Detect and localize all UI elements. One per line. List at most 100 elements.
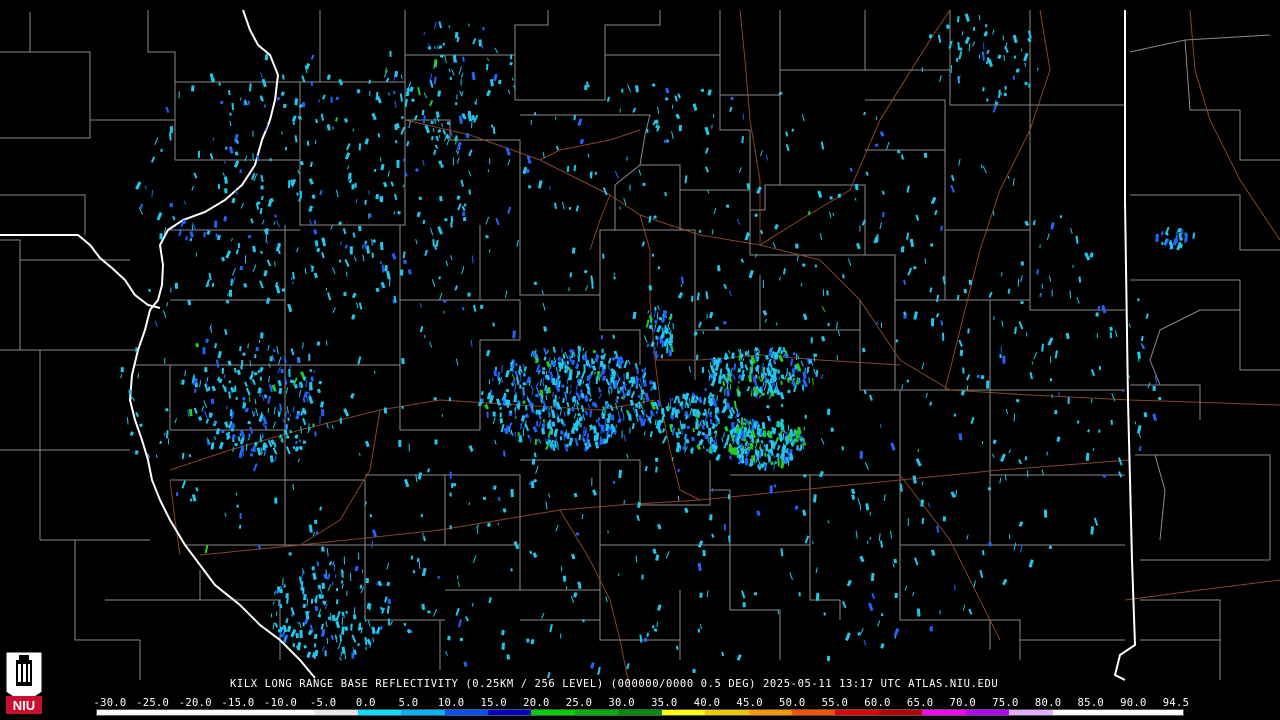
echo-pixel xyxy=(345,610,348,614)
echo-pixel xyxy=(931,318,935,327)
echo-pixel xyxy=(181,379,185,385)
echo-pixel xyxy=(570,384,572,388)
echo-pixel xyxy=(204,367,208,373)
echo-pixel xyxy=(343,556,345,565)
echo-pixel xyxy=(582,619,585,623)
echo-pixel xyxy=(314,643,317,648)
echo-pixel xyxy=(169,202,174,208)
scale-tick-label: -5.0 xyxy=(309,697,337,709)
echo-pixel xyxy=(683,423,686,429)
echo-pixel xyxy=(760,431,763,435)
echo-pixel xyxy=(717,265,721,272)
echo-pixel xyxy=(357,643,360,647)
echo-pixel xyxy=(560,430,564,435)
echo-pixel xyxy=(702,549,706,557)
echo-pixel xyxy=(654,457,659,462)
echo-pixel xyxy=(854,183,859,191)
echo-pixel xyxy=(640,393,643,401)
echo-pixel xyxy=(308,353,311,361)
echo-pixel xyxy=(1169,239,1172,246)
echo-pixel xyxy=(657,266,660,270)
echo-pixel xyxy=(285,147,288,151)
echo-pixel xyxy=(351,652,355,659)
echo-pixel xyxy=(531,404,533,411)
echo-pixel xyxy=(253,372,258,376)
echo-pixel xyxy=(257,201,261,205)
echo-pixel xyxy=(700,88,705,92)
echo-pixel xyxy=(571,430,575,434)
echo-pixel xyxy=(742,602,746,608)
echo-pixel xyxy=(299,445,303,451)
scale-tick-label: 55.0 xyxy=(821,697,849,709)
echo-pixel xyxy=(335,617,339,621)
echo-pixel xyxy=(164,357,166,364)
echo-pixel xyxy=(744,457,749,466)
echo-pixel xyxy=(510,489,514,498)
color-scale-segment xyxy=(314,710,358,715)
echo-pixel xyxy=(284,356,287,364)
scale-tick-label: 50.0 xyxy=(778,697,806,709)
echo-pixel xyxy=(418,196,422,200)
echo-pixel xyxy=(697,628,701,633)
echo-pixel xyxy=(780,403,784,408)
scale-tick-label: -15.0 xyxy=(221,697,255,709)
echo-pixel xyxy=(777,458,780,467)
echo-pixel xyxy=(332,614,336,622)
echo-pixel xyxy=(239,513,242,520)
echo-pixel xyxy=(1028,83,1031,88)
echo-pixel xyxy=(1109,326,1113,332)
echo-pixel xyxy=(341,617,343,626)
echo-pixel xyxy=(649,380,653,385)
echo-pixel xyxy=(438,45,443,49)
echo-pixel xyxy=(467,292,471,297)
echo-pixel xyxy=(534,438,537,445)
echo-pixel xyxy=(615,424,617,428)
color-scale-segment xyxy=(748,710,792,715)
product-caption: KILX LONG RANGE BASE REFLECTIVITY (0.25K… xyxy=(230,678,999,690)
echo-pixel xyxy=(713,113,715,118)
echo-pixel xyxy=(807,211,811,216)
echo-pixel xyxy=(160,148,163,152)
scale-tick-label: 30.0 xyxy=(608,697,635,709)
echo-pixel xyxy=(515,415,517,420)
echo-pixel xyxy=(670,334,674,340)
echo-pixel xyxy=(690,295,694,302)
echo-pixel xyxy=(652,401,657,406)
echo-pixel xyxy=(986,380,990,389)
echo-pixel xyxy=(296,192,299,196)
echo-pixel xyxy=(983,42,985,50)
echo-pixel xyxy=(309,368,312,373)
echo-pixel xyxy=(536,421,539,427)
color-scale-segment xyxy=(270,710,315,715)
echo-pixel xyxy=(1067,397,1070,405)
echo-pixel xyxy=(625,372,630,380)
echo-pixel xyxy=(365,646,367,651)
echo-pixel xyxy=(742,113,744,120)
echo-pixel xyxy=(420,514,423,518)
echo-pixel xyxy=(358,225,362,232)
echo-pixel xyxy=(1102,474,1107,478)
echo-pixel xyxy=(1002,355,1006,364)
echo-pixel xyxy=(518,365,522,372)
color-scale-segment xyxy=(357,710,402,715)
echo-pixel xyxy=(459,637,463,642)
echo-pixel xyxy=(530,480,535,489)
echo-pixel xyxy=(1050,378,1052,382)
echo-pixel xyxy=(493,369,497,377)
echo-pixel xyxy=(591,281,594,289)
echo-pixel xyxy=(280,368,284,374)
echo-pixel xyxy=(541,408,545,413)
echo-pixel xyxy=(492,411,496,417)
echo-pixel xyxy=(699,592,703,598)
echo-pixel xyxy=(208,386,211,391)
echo-pixel xyxy=(635,385,638,389)
echo-pixel xyxy=(763,444,765,448)
echo-pixel xyxy=(669,397,672,406)
color-scale-bar xyxy=(96,709,1184,716)
echo-pixel xyxy=(460,78,462,86)
echo-pixel xyxy=(1109,332,1112,339)
echo-pixel xyxy=(826,408,831,415)
echo-pixel xyxy=(663,139,668,143)
echo-pixel xyxy=(403,259,407,265)
echo-pixel xyxy=(942,516,947,522)
